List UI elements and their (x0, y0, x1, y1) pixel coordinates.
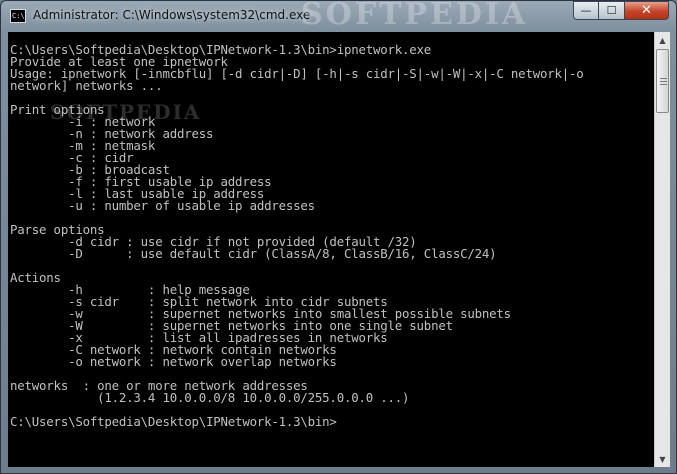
close-button[interactable]: ✕ (625, 1, 669, 20)
grip-line (660, 81, 667, 82)
console-line: (1.2.3.4 10.0.0.0/8 10.0.0.0/255.0.0.0 .… (10, 390, 410, 405)
caption-buttons: — ☐ ✕ (573, 1, 669, 20)
window-title: Administrator: C:\Windows\system32\cmd.e… (33, 8, 311, 22)
scroll-thumb[interactable] (656, 49, 669, 113)
cmd-window: C:\ Administrator: C:\Windows\system32\c… (0, 0, 677, 474)
console-output[interactable]: C:\Users\Softpedia\Desktop\IPNetwork-1.3… (8, 32, 654, 467)
title-bar[interactable]: C:\ Administrator: C:\Windows\system32\c… (1, 0, 676, 32)
minimize-button[interactable]: — (573, 1, 599, 20)
scroll-up-icon[interactable]: ▲ (655, 32, 670, 48)
maximize-button[interactable]: ☐ (599, 1, 625, 20)
vertical-scrollbar[interactable]: ▲ ▼ (654, 32, 670, 467)
console-text: C:\Users\Softpedia\Desktop\IPNetwork-1.3… (8, 32, 654, 428)
softpedia-watermark: SOFTPEDIA (301, 0, 529, 32)
console-line: C:\Users\Softpedia\Desktop\IPNetwork-1.3… (10, 414, 337, 429)
scroll-down-icon[interactable]: ▼ (655, 451, 670, 467)
console-line: -o network : network overlap networks (10, 354, 337, 369)
console-line: -D : use default cidr (ClassA/8, ClassB/… (10, 246, 497, 261)
grip-line (660, 78, 667, 79)
console-watermark: SOFTPEDIA (50, 100, 202, 124)
console-line: -u : number of usable ip addresses (10, 198, 315, 213)
cmd-icon[interactable]: C:\ (10, 9, 26, 23)
grip-line (660, 84, 667, 85)
console-line: network] networks ... (10, 78, 163, 93)
